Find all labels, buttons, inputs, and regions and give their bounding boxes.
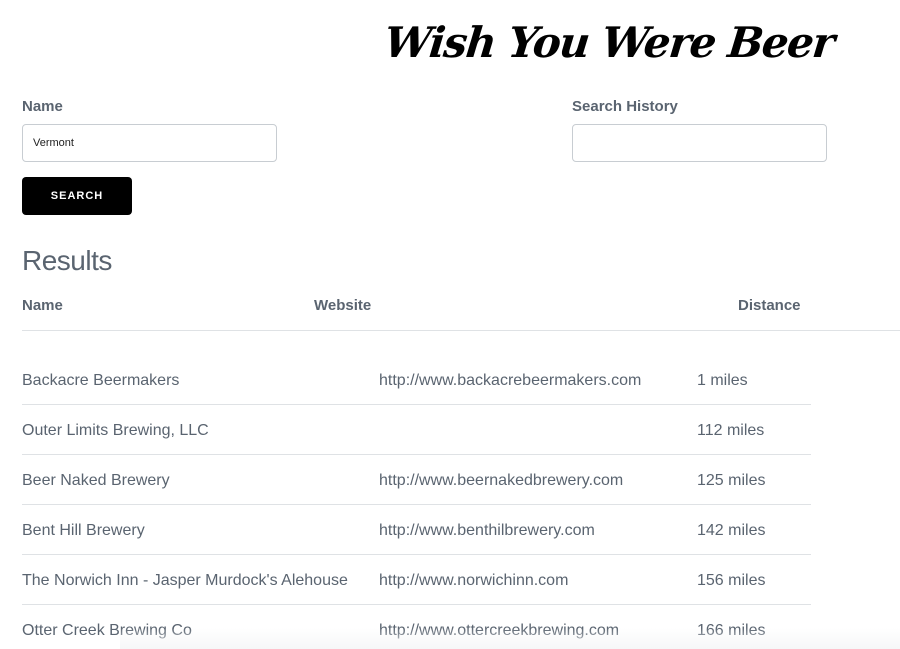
results-heading: Results: [22, 245, 112, 276]
brewery-name: The Norwich Inn - Jasper Murdock's Aleho…: [22, 572, 348, 589]
brewery-name: Beer Naked Brewery: [22, 472, 170, 489]
brewery-website-link[interactable]: http://www.backacrebeermakers.com: [379, 372, 641, 390]
table-row[interactable]: Otter Creek Brewing Co http://www.otterc…: [22, 605, 811, 649]
column-header-website: Website: [314, 297, 372, 314]
table-row[interactable]: The Norwich Inn - Jasper Murdock's Aleho…: [22, 555, 811, 605]
brewery-name: Bent Hill Brewery: [22, 522, 145, 539]
brewery-distance: 156 miles: [697, 572, 766, 589]
brewery-website-link[interactable]: http://www.beernakedbrewery.com: [379, 472, 623, 490]
search-history-label: Search History: [572, 98, 678, 115]
brewery-distance: 112 miles: [697, 422, 765, 439]
name-input[interactable]: [22, 124, 277, 162]
column-header-distance: Distance: [738, 297, 801, 314]
brewery-website-link[interactable]: http://www.norwichinn.com: [379, 572, 568, 590]
brewery-website-link[interactable]: http://www.benthilbrewery.com: [379, 522, 595, 540]
table-row[interactable]: Backacre Beermakers http://www.backacreb…: [22, 355, 811, 405]
brewery-website-link[interactable]: http://www.ottercreekbrewing.com: [379, 622, 619, 640]
brewery-name: Otter Creek Brewing Co: [22, 622, 192, 639]
brewery-distance: 1 miles: [697, 372, 748, 389]
brewery-name: Outer Limits Brewing, LLC: [22, 422, 209, 439]
brewery-distance: 142 miles: [697, 522, 766, 539]
header-divider: [22, 330, 900, 331]
table-row[interactable]: Beer Naked Brewery http://www.beernakedb…: [22, 455, 811, 505]
brewery-name: Backacre Beermakers: [22, 372, 180, 389]
search-button[interactable]: SEARCH: [22, 177, 132, 215]
column-header-name: Name: [22, 297, 63, 314]
search-history-input[interactable]: [572, 124, 827, 162]
brewery-distance: 166 miles: [697, 622, 766, 639]
page-title: Wish You Were Beer: [382, 18, 836, 67]
table-row[interactable]: Bent Hill Brewery http://www.benthilbrew…: [22, 505, 811, 555]
name-label: Name: [22, 98, 63, 115]
table-row[interactable]: Outer Limits Brewing, LLC 112 miles: [22, 405, 811, 455]
results-table: Backacre Beermakers http://www.backacreb…: [22, 355, 811, 649]
brewery-distance: 125 miles: [697, 472, 766, 489]
